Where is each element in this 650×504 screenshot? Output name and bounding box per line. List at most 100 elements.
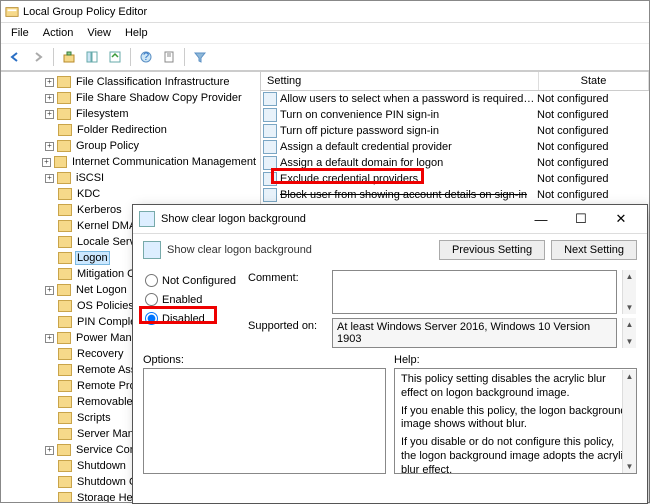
folder-icon	[58, 396, 72, 408]
forward-button[interactable]	[28, 47, 48, 67]
list-row[interactable]: Assign a default domain for logonNot con…	[261, 155, 649, 171]
menu-view[interactable]: View	[81, 25, 117, 41]
tree-item-label: Filesystem	[74, 108, 131, 120]
separator	[130, 48, 131, 66]
comment-input[interactable]	[332, 270, 617, 314]
folder-icon	[57, 444, 71, 456]
tree-item-label: OS Policies	[75, 300, 136, 312]
tree-item[interactable]: +Internet Communication Management	[3, 154, 258, 170]
row-state: Not configured	[537, 173, 647, 185]
radio-enabled[interactable]: Enabled	[145, 293, 236, 306]
row-state: Not configured	[537, 189, 647, 201]
folder-icon	[58, 220, 72, 232]
col-state[interactable]: State	[539, 72, 649, 90]
expand-icon[interactable]: +	[45, 286, 54, 295]
tree-item[interactable]: +File Classification Infrastructure	[3, 74, 258, 90]
row-label: Turn on convenience PIN sign-in	[280, 109, 537, 121]
window-title: Local Group Policy Editor	[23, 6, 147, 18]
help-icon[interactable]: ?	[136, 47, 156, 67]
folder-icon	[58, 300, 72, 312]
expand-icon[interactable]: +	[45, 334, 54, 343]
row-state: Not configured	[537, 141, 647, 153]
tree-item[interactable]: + iSCSI	[3, 170, 258, 186]
previous-setting-button[interactable]: Previous Setting	[439, 240, 545, 260]
expand-icon[interactable]: +	[45, 94, 54, 103]
app-icon	[5, 5, 19, 19]
policy-icon	[143, 241, 161, 259]
maximize-button[interactable]: ☐	[561, 207, 601, 231]
tree-item-label: iSCSI	[74, 172, 106, 184]
dialog-body: Show clear logon background Previous Set…	[133, 233, 647, 503]
row-label: Assign a default credential provider	[280, 141, 537, 153]
menubar: File Action View Help	[1, 23, 649, 43]
show-hide-icon[interactable]	[82, 47, 102, 67]
options-pane: Options:	[143, 354, 386, 474]
row-state: Not configured	[537, 109, 647, 121]
folder-icon	[58, 316, 72, 328]
supported-field: Supported on: At least Windows Server 20…	[248, 318, 637, 348]
tree-item-label: Net Logon	[74, 284, 129, 296]
policy-row-icon	[263, 124, 277, 138]
help-scrollbar[interactable]: ▲▼	[622, 370, 636, 473]
supported-label: Supported on:	[248, 318, 326, 332]
separator	[184, 48, 185, 66]
row-state: Not configured	[537, 157, 647, 169]
expand-icon[interactable]: +	[45, 142, 54, 151]
policy-heading: Show clear logon background	[167, 244, 433, 256]
svg-text:?: ?	[143, 51, 149, 63]
export-icon[interactable]	[105, 47, 125, 67]
list-row[interactable]: Turn off picture password sign-inNot con…	[261, 123, 649, 139]
list-row[interactable]: Turn on convenience PIN sign-inNot confi…	[261, 107, 649, 123]
folder-icon	[58, 364, 72, 376]
back-button[interactable]	[5, 47, 25, 67]
tree-item-label: KDC	[75, 188, 102, 200]
folder-icon	[57, 92, 71, 104]
menu-help[interactable]: Help	[119, 25, 154, 41]
up-icon[interactable]	[59, 47, 79, 67]
policy-dialog: Show clear logon background — ☐ ✕ Show c…	[132, 204, 648, 504]
policy-row-icon	[263, 156, 277, 170]
help-box: This policy setting disables the acrylic…	[394, 368, 637, 474]
folder-icon	[58, 188, 72, 200]
close-button[interactable]: ✕	[601, 207, 641, 231]
tree-item[interactable]: + Filesystem	[3, 106, 258, 122]
radio-disabled[interactable]: Disabled	[145, 312, 236, 325]
col-setting[interactable]: Setting	[261, 72, 539, 90]
expand-icon[interactable]: +	[42, 158, 51, 167]
list-row[interactable]: Assign a default credential providerNot …	[261, 139, 649, 155]
folder-icon	[57, 76, 71, 88]
tree-item[interactable]: KDC	[3, 186, 258, 202]
list-row[interactable]: Block user from showing account details …	[261, 187, 649, 203]
folder-icon	[57, 332, 71, 344]
properties-icon[interactable]	[159, 47, 179, 67]
tree-item[interactable]: Folder Redirection	[3, 122, 258, 138]
folder-icon	[58, 268, 72, 280]
expand-icon[interactable]: +	[45, 78, 54, 87]
supported-scrollbar[interactable]: ▲▼	[622, 318, 636, 348]
list-row[interactable]: Exclude credential providersNot configur…	[261, 171, 649, 187]
menu-action[interactable]: Action	[37, 25, 80, 41]
expand-icon[interactable]: +	[45, 446, 54, 455]
tree-item-label: Group Policy	[74, 140, 141, 152]
expand-icon[interactable]: +	[45, 110, 54, 119]
tree-item-label: File Share Shadow Copy Provider	[74, 92, 244, 104]
policy-row-icon	[263, 172, 277, 186]
comment-scrollbar[interactable]: ▲▼	[622, 270, 636, 314]
folder-icon	[57, 284, 71, 296]
radio-not-configured[interactable]: Not Configured	[145, 274, 236, 287]
dialog-titlebar[interactable]: Show clear logon background — ☐ ✕	[133, 205, 647, 233]
minimize-button[interactable]: —	[521, 207, 561, 231]
list-row[interactable]: Allow users to select when a password is…	[261, 91, 649, 107]
next-setting-button[interactable]: Next Setting	[551, 240, 637, 260]
tree-item-label: Logon	[75, 251, 110, 265]
policy-row-icon	[263, 188, 277, 202]
tree-item[interactable]: + File Share Shadow Copy Provider	[3, 90, 258, 106]
folder-icon	[58, 492, 72, 502]
row-label: Assign a default domain for logon	[280, 157, 537, 169]
dialog-title: Show clear logon background	[161, 213, 521, 225]
tree-item[interactable]: + Group Policy	[3, 138, 258, 154]
menu-file[interactable]: File	[5, 25, 35, 41]
filter-icon[interactable]	[190, 47, 210, 67]
list-header: Setting State	[261, 72, 649, 91]
expand-icon[interactable]: +	[45, 174, 54, 183]
